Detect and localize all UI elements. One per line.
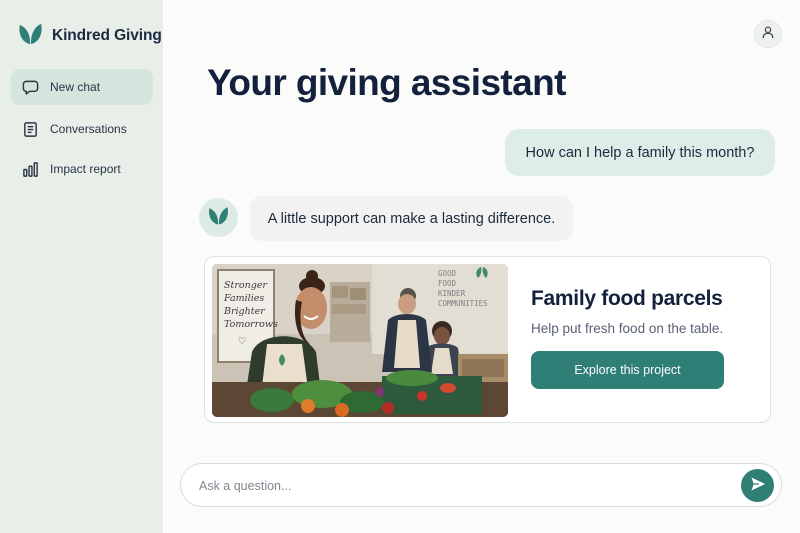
wall-text-line: COMMUNITIES xyxy=(438,299,488,308)
chat-bubble-icon xyxy=(22,79,39,96)
wall-text-line: GOOD xyxy=(438,269,457,278)
composer xyxy=(180,463,782,507)
bar-chart-icon xyxy=(22,161,39,178)
brand-name: Kindred Giving xyxy=(52,27,162,44)
sidebar: Kindred Giving New chat Conversations Im… xyxy=(0,0,163,533)
leaf-icon xyxy=(17,20,44,52)
main-area: Your giving assistant How can I help a f… xyxy=(163,0,800,533)
profile-button[interactable] xyxy=(754,20,782,48)
project-photo: Stronger Families Brighter Tomorrows ♡ G… xyxy=(212,264,508,417)
sign-text-line: ♡ xyxy=(238,336,247,347)
user-icon xyxy=(761,25,775,44)
send-button[interactable] xyxy=(741,469,774,502)
project-card: Stronger Families Brighter Tomorrows ♡ G… xyxy=(204,256,771,423)
explore-project-button[interactable]: Explore this project xyxy=(531,351,724,389)
sidebar-item-label: Impact report xyxy=(50,162,121,176)
sign-text-line: Tomorrows xyxy=(224,319,278,330)
assistant-avatar xyxy=(199,198,238,237)
leaf-icon xyxy=(207,204,230,232)
page-title: Your giving assistant xyxy=(207,62,566,103)
sidebar-item-conversations[interactable]: Conversations xyxy=(11,111,153,147)
brand[interactable]: Kindred Giving xyxy=(17,20,162,52)
sign-text-line: Families xyxy=(223,293,264,304)
sidebar-item-label: New chat xyxy=(50,80,101,94)
assistant-message: A little support can make a lasting diff… xyxy=(250,196,573,241)
sign-text-line: Stronger xyxy=(224,280,268,291)
sidebar-item-label: Conversations xyxy=(50,122,127,136)
sidebar-item-impact-report[interactable]: Impact report xyxy=(11,151,153,187)
send-icon xyxy=(750,476,766,495)
wall-text-line: KINDER xyxy=(438,289,466,298)
wall-text-line: FOOD xyxy=(438,279,457,288)
project-subtitle: Help put fresh food on the table. xyxy=(531,321,724,336)
user-message: How can I help a family this month? xyxy=(505,129,775,176)
sidebar-item-new-chat[interactable]: New chat xyxy=(11,69,153,105)
document-icon xyxy=(22,121,39,138)
sign-text-line: Brighter xyxy=(223,306,266,317)
question-input[interactable] xyxy=(199,475,719,497)
project-title: Family food parcels xyxy=(531,287,723,310)
